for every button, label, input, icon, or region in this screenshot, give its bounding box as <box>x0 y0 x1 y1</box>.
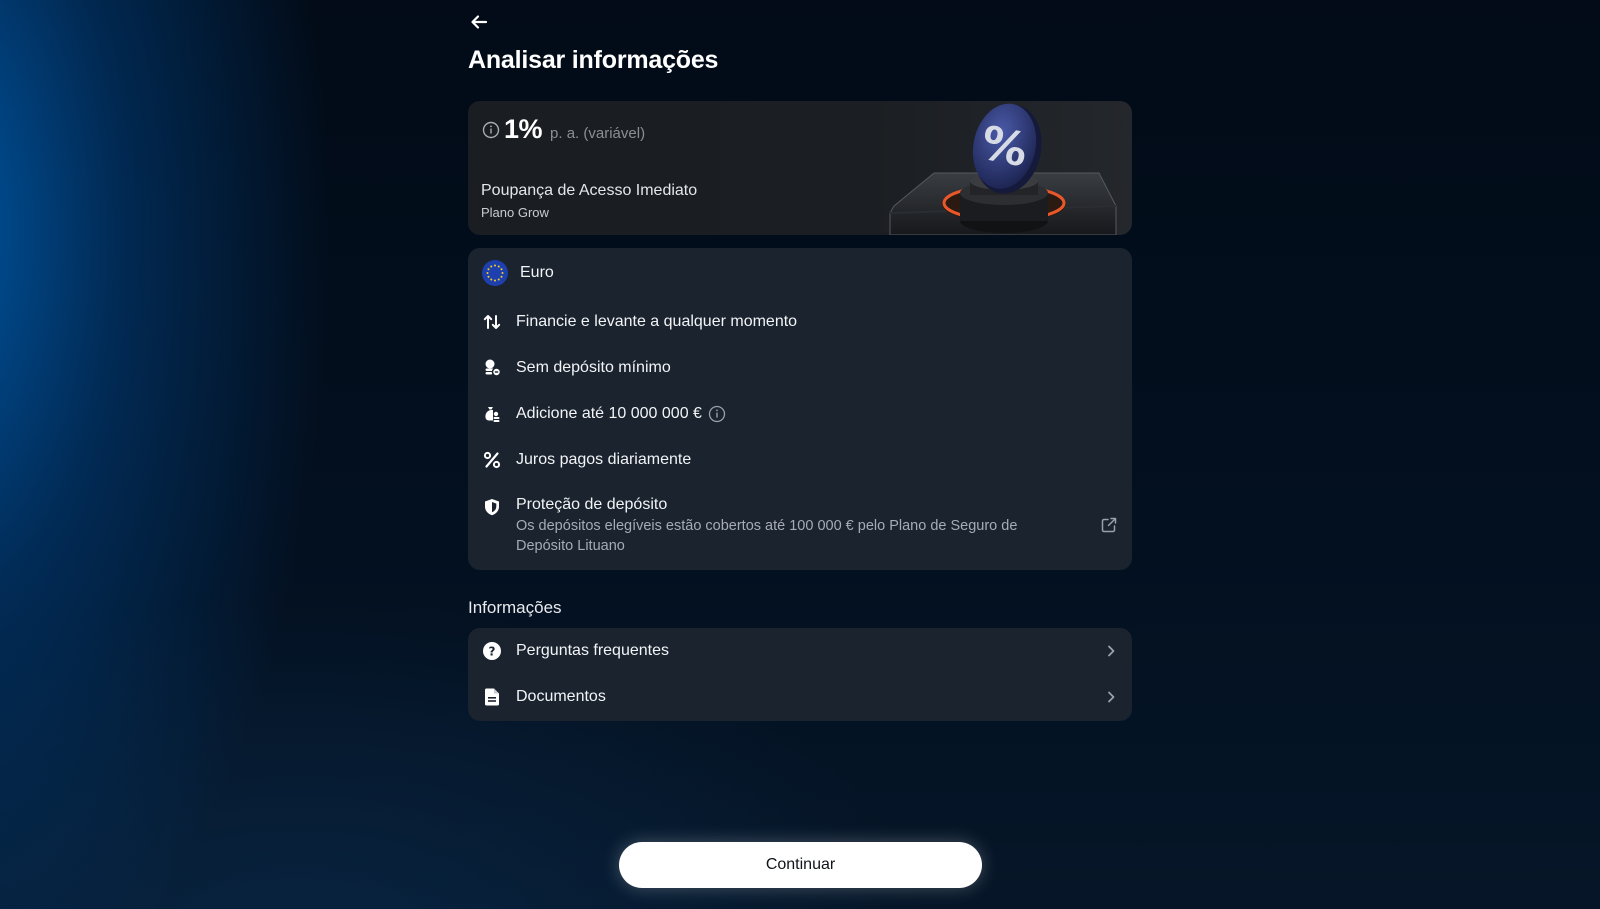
percent-coin-illustration: % <box>889 103 1117 235</box>
documents-label: Documentos <box>516 688 606 705</box>
feature-item: Financie e levante a qualquer momento <box>482 312 797 332</box>
eu-flag-icon <box>482 260 508 286</box>
feature-item: Sem depósito mínimo <box>482 358 671 378</box>
plan-name: Plano Grow <box>481 205 549 220</box>
info-card: ? Perguntas frequentes Documentos <box>468 628 1132 721</box>
question-circle-icon: ? <box>483 642 501 660</box>
shield-icon <box>482 497 502 517</box>
arrows-up-down-icon <box>482 312 502 332</box>
product-card: 1% p. a. (variável) Poupança de Acesso I… <box>468 101 1132 235</box>
money-bag-icon <box>482 404 502 424</box>
features-card: Euro Financie e levante a qualquer momen… <box>468 248 1132 570</box>
document-icon <box>484 688 499 706</box>
feature-item: Juros pagos diariamente <box>482 450 691 470</box>
page-title: Analisar informações <box>468 46 719 74</box>
faq-label: Perguntas frequentes <box>516 642 669 659</box>
chevron-right-icon <box>1108 691 1115 703</box>
continue-button[interactable]: Continuar <box>619 842 982 888</box>
rate-suffix: p. a. (variável) <box>550 125 646 142</box>
feature-label: Juros pagos diariamente <box>516 451 692 468</box>
deposit-protection-row: Proteção de depósito Os depósitos elegív… <box>482 496 1118 556</box>
documents-row[interactable]: Documentos <box>482 677 1118 717</box>
chevron-right-icon <box>1108 645 1115 657</box>
percent-icon <box>482 450 502 470</box>
svg-text:?: ? <box>489 645 496 659</box>
feature-label: Sem depósito mínimo <box>516 359 671 376</box>
rate-row: 1% p. a. (variável) <box>482 114 645 145</box>
external-link-icon[interactable] <box>1100 516 1118 534</box>
feature-item: Adicione até 10 000 000 € <box>482 404 726 424</box>
arrow-left-icon <box>471 15 488 29</box>
protection-description-line2: Depósito Lituano <box>516 538 625 554</box>
back-button[interactable] <box>467 10 491 34</box>
feature-label: Financie e levante a qualquer momento <box>516 313 798 330</box>
info-icon[interactable] <box>482 121 500 139</box>
interest-rate: 1% <box>504 114 543 144</box>
product-name: Poupança de Acesso Imediato <box>481 182 698 199</box>
coins-icon <box>482 358 502 378</box>
currency-label: Euro <box>520 264 554 281</box>
info-icon[interactable] <box>708 405 726 423</box>
currency-row: Euro <box>482 260 554 286</box>
protection-title: Proteção de depósito <box>516 496 668 513</box>
feature-label: Adicione até 10 000 000 € <box>516 405 702 422</box>
protection-description-line1: Os depósitos elegíveis estão cobertos at… <box>516 518 1018 534</box>
faq-row[interactable]: ? Perguntas frequentes <box>482 631 1118 671</box>
section-title: Informações <box>468 598 562 617</box>
